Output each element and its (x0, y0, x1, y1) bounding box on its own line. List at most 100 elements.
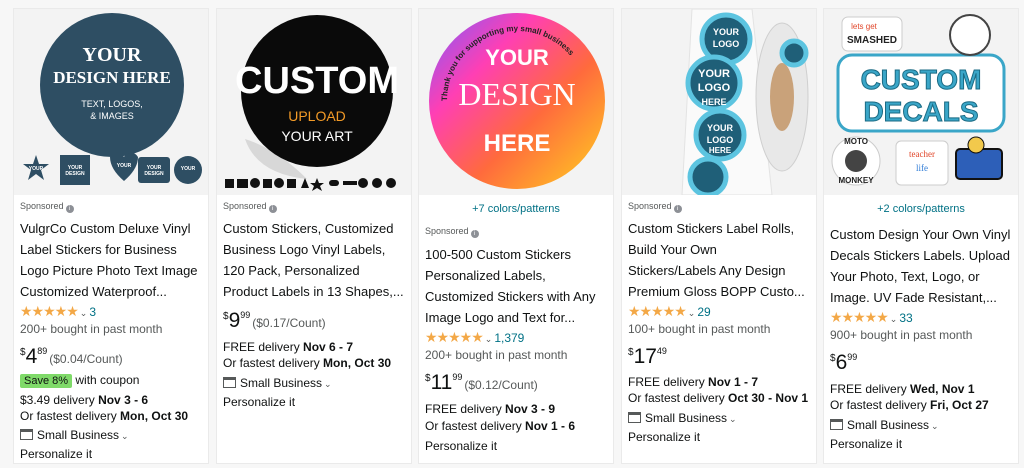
coupon-row[interactable]: Save 8% with coupon (20, 373, 210, 388)
product-title-line[interactable]: Build Your Own (628, 239, 818, 260)
delivery-date: Nov 3 - 6 (98, 393, 149, 407)
fastest-delivery-row: Or fastest delivery Fri, Oct 27 (830, 398, 1020, 412)
small-business-row[interactable]: Small Business ⌄ (223, 376, 413, 390)
small-business-label[interactable]: Small Business (240, 376, 322, 390)
star-rating-icon[interactable]: ★★★★★ (20, 303, 79, 319)
personalize-label: Personalize it (425, 439, 498, 453)
product-title-line[interactable]: Product Labels in 13 Shapes,... (223, 281, 413, 302)
product-title-line[interactable]: Personalized Labels, (425, 265, 615, 286)
product-title-line[interactable]: Custom Stickers Label Rolls, (628, 218, 818, 239)
product-title-line[interactable]: Custom Design Your Own Vinyl (830, 224, 1020, 245)
colors-patterns-link[interactable]: +7 colors/patterns (419, 203, 613, 215)
rating-row[interactable]: ★★★★★ ⌄ 33 (830, 309, 1020, 326)
product-image-art: CUSTOM DECALS lets get SMASHED MOTO MONK… (824, 9, 1018, 195)
product-title-line[interactable]: Image. UV Fade Resistant,... (830, 287, 1020, 308)
info-icon[interactable]: i (268, 205, 277, 213)
product-image-art: YOUR LOGO YOUR LOGO HERE YOUR LOGO HERE (622, 9, 816, 195)
product-card[interactable]: Thank you for supporting my small busine… (418, 8, 614, 464)
product-title-line[interactable]: Customized Waterproof... (20, 281, 210, 302)
product-card[interactable]: CUSTOM UPLOAD YOUR ART Sponsored i Custom… (216, 8, 412, 464)
small-business-label[interactable]: Small Business (847, 418, 929, 432)
info-icon[interactable]: i (470, 230, 479, 238)
small-business-row[interactable]: Small Business ⌄ (830, 418, 1020, 432)
price-row[interactable]: $1749 (628, 345, 818, 369)
personalize-label: Personalize it (830, 437, 903, 451)
small-business-label[interactable]: Small Business (37, 428, 119, 442)
product-image-art: YOUR DESIGN HERE TEXT, LOGOS, & IMAGES Y… (14, 9, 208, 195)
chevron-down-icon[interactable]: ⌄ (729, 414, 737, 424)
product-image[interactable]: CUSTOM DECALS lets get SMASHED MOTO MONK… (824, 9, 1018, 195)
chevron-down-icon[interactable]: ⌄ (890, 314, 898, 324)
price-row[interactable]: $999($0.17/Count) (223, 309, 413, 333)
product-grid: YOUR DESIGN HERE TEXT, LOGOS, & IMAGES Y… (0, 0, 1024, 468)
delivery-row: FREE delivery Nov 3 - 9 (425, 402, 615, 416)
product-image[interactable]: CUSTOM UPLOAD YOUR ART (217, 9, 411, 195)
image-text-1: CUSTOM (861, 64, 982, 95)
small-business-row[interactable]: Small Business ⌄ (20, 428, 210, 442)
fastest-date: Mon, Oct 30 (120, 409, 189, 423)
price-fraction: 99 (452, 372, 463, 382)
fastest-prefix: Or fastest delivery (425, 419, 522, 433)
info-icon[interactable]: i (673, 205, 682, 213)
product-image[interactable]: YOUR DESIGN HERE TEXT, LOGOS, & IMAGES Y… (14, 9, 208, 195)
rating-row[interactable]: ★★★★★ ⌄ 1,379 (425, 329, 615, 346)
rating-count[interactable]: 1,379 (494, 331, 524, 345)
product-card[interactable]: YOUR DESIGN HERE TEXT, LOGOS, & IMAGES Y… (13, 8, 209, 464)
product-title-line[interactable]: Image Logo and Text for... (425, 307, 615, 328)
product-title-line[interactable]: Customized Stickers with Any (425, 286, 615, 307)
product-image[interactable]: Thank you for supporting my small busine… (419, 9, 613, 195)
bought-count: 100+ bought in past month (628, 322, 771, 336)
product-title-line[interactable]: VulgrCo Custom Deluxe Vinyl (20, 218, 210, 239)
product-card[interactable]: CUSTOM DECALS lets get SMASHED MOTO MONK… (823, 8, 1019, 464)
sponsored-label: Sponsored i (223, 201, 413, 213)
star-rating-icon[interactable]: ★★★★★ (425, 329, 484, 345)
small-business-label[interactable]: Small Business (645, 411, 727, 425)
rating-row[interactable]: ★★★★★ ⌄ 29 (628, 303, 818, 320)
bought-count: 900+ bought in past month (830, 328, 973, 342)
product-title-line[interactable]: 120 Pack, Personalized (223, 260, 413, 281)
rating-count[interactable]: 3 (89, 305, 96, 319)
fastest-delivery-row: Or fastest delivery Mon, Oct 30 (20, 409, 210, 423)
svg-text:DESIGN: DESIGN (144, 171, 164, 177)
image-text-1: YOUR (713, 27, 740, 37)
image-text-3: lets get (851, 22, 878, 31)
product-title-line[interactable]: Premium Gloss BOPP Custo... (628, 281, 818, 302)
delivery-row: FREE delivery Nov 6 - 7 (223, 340, 413, 354)
product-title-line[interactable]: 100-500 Custom Stickers (425, 244, 615, 265)
product-title-line[interactable]: Decals Stickers Labels. Upload (830, 245, 1020, 266)
colors-patterns-link[interactable]: +2 colors/patterns (824, 203, 1018, 215)
product-title-line[interactable]: Logo Picture Photo Text Image (20, 260, 210, 281)
price-row[interactable]: $1199($0.12/Count) (425, 371, 615, 395)
rating-count[interactable]: 29 (697, 305, 710, 319)
svg-text:DESIGN: DESIGN (65, 171, 85, 177)
chevron-down-icon[interactable]: ⌄ (80, 308, 88, 318)
delivery-prefix: FREE delivery (425, 402, 502, 416)
delivery-date: Wed, Nov 1 (910, 382, 975, 396)
chevron-down-icon[interactable]: ⌄ (688, 308, 696, 318)
personalize-label: Personalize it (223, 395, 296, 409)
fastest-date: Fri, Oct 27 (930, 398, 989, 412)
chevron-down-icon[interactable]: ⌄ (324, 379, 332, 389)
product-title-line[interactable]: Custom Stickers, Customized (223, 218, 413, 239)
product-card[interactable]: YOUR LOGO YOUR LOGO HERE YOUR LOGO HERE … (621, 8, 817, 464)
chevron-down-icon[interactable]: ⌄ (931, 421, 939, 431)
product-title-line[interactable]: Your Photo, Text, Logo, or (830, 266, 1020, 287)
star-rating-icon[interactable]: ★★★★★ (830, 309, 889, 325)
chevron-down-icon[interactable]: ⌄ (121, 431, 129, 441)
price-row[interactable]: $489($0.04/Count) (20, 345, 210, 369)
price-fraction: 99 (847, 352, 858, 362)
rating-row[interactable]: ★★★★★ ⌄ 3 (20, 303, 210, 320)
image-text-3: HERE (709, 146, 732, 155)
product-image[interactable]: YOUR LOGO YOUR LOGO HERE YOUR LOGO HERE (622, 9, 816, 195)
product-title-line[interactable]: Business Logo Vinyl Labels, (223, 239, 413, 260)
rating-count[interactable]: 33 (899, 311, 912, 325)
info-icon[interactable]: i (65, 205, 74, 213)
product-title-line[interactable]: Label Stickers for Business (20, 239, 210, 260)
price-fraction: 89 (37, 346, 48, 356)
star-rating-icon[interactable]: ★★★★★ (628, 303, 687, 319)
price-whole: 11 (430, 371, 453, 394)
product-title-line[interactable]: Stickers/Labels Any Design (628, 260, 818, 281)
price-row[interactable]: $699 (830, 351, 1020, 375)
small-business-row[interactable]: Small Business ⌄ (628, 411, 818, 425)
chevron-down-icon[interactable]: ⌄ (485, 334, 493, 344)
